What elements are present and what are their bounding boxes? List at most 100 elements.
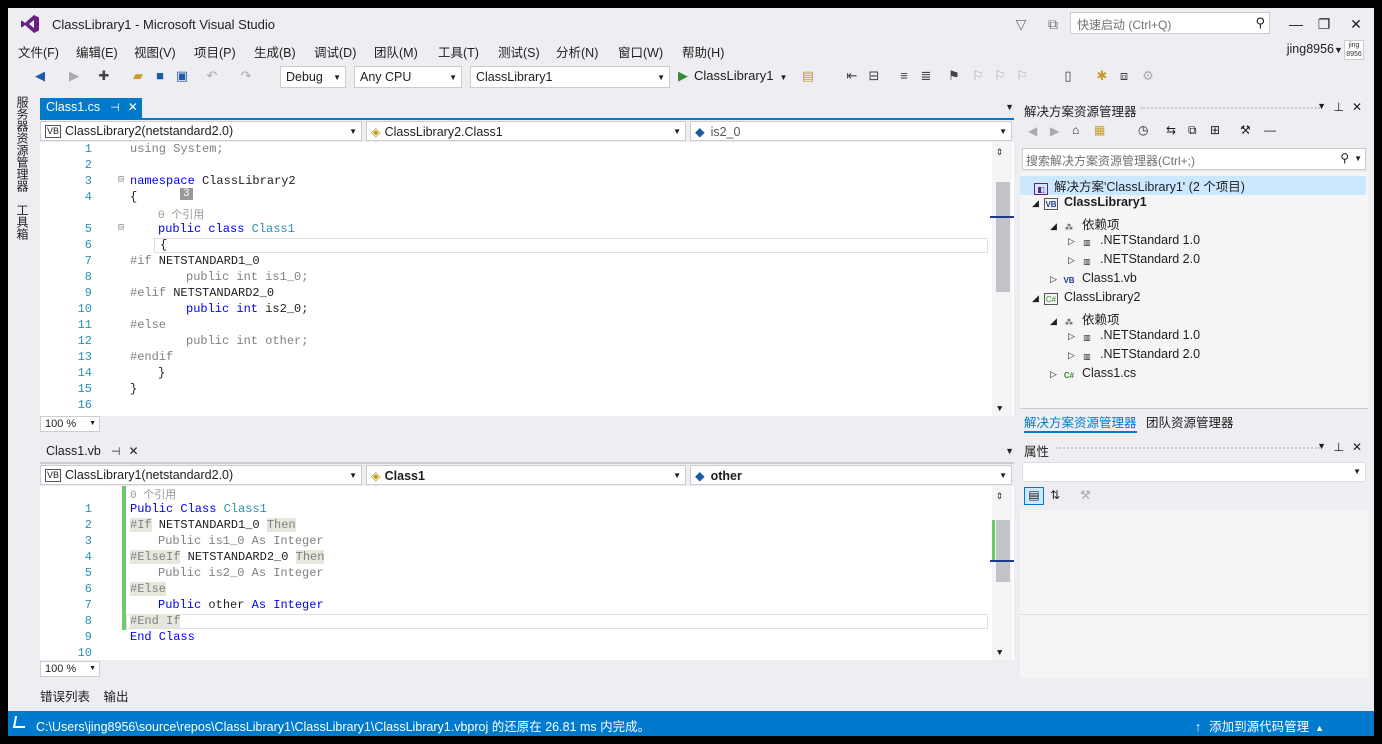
collapsed-arrow-icon[interactable]: ▷ xyxy=(1068,236,1080,247)
tab-dropdown-icon[interactable]: ▼ xyxy=(1005,446,1014,456)
menu-edit[interactable]: 编辑(E) xyxy=(76,42,118,61)
home-icon[interactable]: ⌂ xyxy=(1072,123,1079,137)
platform-select[interactable]: Any CPU ▼ xyxy=(354,66,462,88)
avatar[interactable]: jing 8956 xyxy=(1344,40,1364,60)
open-file-icon[interactable]: ▰ xyxy=(130,68,146,84)
user-name[interactable]: jing8956 xyxy=(1287,42,1334,56)
property-pages-icon[interactable]: ⚒ xyxy=(1080,488,1091,502)
tree-item-class1-cs[interactable]: ▷ C# Class1.cs xyxy=(1050,366,1136,385)
new-project-icon[interactable]: ✚ xyxy=(96,68,112,84)
close-button[interactable]: ✕ xyxy=(1342,13,1370,35)
menu-window[interactable]: 窗口(W) xyxy=(618,42,663,61)
tab-output[interactable]: 输出 xyxy=(104,690,129,704)
tree-item-netstandard[interactable]: ▷ ▥ .NETStandard 2.0 xyxy=(1068,252,1200,271)
pin-icon[interactable]: ⊥ xyxy=(1334,440,1344,454)
startup-project-select[interactable]: ClassLibrary1 ▼ xyxy=(470,66,670,88)
find-in-files-icon[interactable]: ▤ xyxy=(800,68,816,84)
collapsed-arrow-icon[interactable]: ▷ xyxy=(1068,331,1080,342)
user-dropdown-icon[interactable]: ▼ xyxy=(1334,45,1343,55)
minimize-button[interactable]: — xyxy=(1282,13,1310,35)
member-nav-select[interactable]: ◆ other ▼ xyxy=(690,465,1012,485)
menu-help[interactable]: 帮助(H) xyxy=(682,42,724,61)
menu-file[interactable]: 文件(F) xyxy=(18,42,59,61)
code-editor-cs[interactable]: 1 using System; 2 3 ⊟ namespace ClassLibrar… xyxy=(40,142,1014,416)
menu-analyze[interactable]: 分析(N) xyxy=(556,42,598,61)
tree-item-netstandard[interactable]: ▷ ▥ .NETStandard 1.0 xyxy=(1068,328,1200,347)
project-nav-select[interactable]: VB ClassLibrary2(netstandard2.0) ▼ xyxy=(40,121,362,141)
expanded-arrow-icon[interactable]: ◢ xyxy=(1050,316,1062,327)
project-nav-select[interactable]: VB ClassLibrary1(netstandard2.0) ▼ xyxy=(40,465,362,485)
collapse-icon[interactable]: ⊟ xyxy=(118,174,124,186)
start-button[interactable]: ▶ ClassLibrary1 ▼ xyxy=(678,68,787,84)
tree-item-dependencies[interactable]: ◢ ⁂ 依赖项 xyxy=(1050,309,1120,328)
properties-icon[interactable]: ▯ xyxy=(1060,68,1076,84)
team-icon[interactable]: ⧈ xyxy=(1116,68,1132,84)
close-icon[interactable]: ✕ xyxy=(128,100,138,114)
back-icon[interactable]: ◀ xyxy=(32,68,48,84)
pending-changes-icon[interactable]: ◷ xyxy=(1138,123,1148,137)
collapsed-arrow-icon[interactable]: ▷ xyxy=(1068,255,1080,266)
next-bookmark-icon[interactable]: ⚐ xyxy=(992,68,1008,84)
codelens-refs[interactable]: 0 个引用 xyxy=(158,206,204,222)
source-control-button[interactable]: ↑ 添加到源代码管理 ▲ xyxy=(1195,716,1324,735)
type-nav-select[interactable]: ◈ ClassLibrary2.Class1 ▼ xyxy=(366,121,686,141)
expanded-arrow-icon[interactable]: ◢ xyxy=(1032,198,1044,209)
solution-config-select[interactable]: Debug ▼ xyxy=(280,66,346,88)
member-nav-select[interactable]: ◆ is2_0 ▼ xyxy=(690,121,1012,141)
restore-button[interactable]: ❐ xyxy=(1310,13,1338,35)
save-icon[interactable]: ■ xyxy=(152,68,168,84)
server-explorer-tab[interactable]: 服务器资源管理器 xyxy=(14,96,31,192)
menu-tools[interactable]: 工具(T) xyxy=(438,42,479,61)
step-icon[interactable]: ⇤ xyxy=(844,68,860,84)
codelens-refs[interactable]: 0 个引用 xyxy=(130,486,176,502)
tree-item-class1-vb[interactable]: ▷ VB Class1.vb xyxy=(1050,271,1137,290)
tab-class1-vb[interactable]: Class1.vb ⊣ ✕ xyxy=(40,442,142,462)
quick-launch-input[interactable]: 快速启动 (Ctrl+Q) ⚲ xyxy=(1070,12,1270,34)
menu-view[interactable]: 视图(V) xyxy=(134,42,176,61)
collapsed-arrow-icon[interactable]: ▷ xyxy=(1050,369,1062,380)
zoom-select[interactable]: 100 % ▼ xyxy=(40,661,100,677)
dropdown-icon[interactable]: ▼ xyxy=(1317,101,1326,111)
preview-icon[interactable]: — xyxy=(1264,123,1276,137)
properties-wrench-icon[interactable]: ⚒ xyxy=(1240,123,1251,137)
vertical-scrollbar[interactable]: ⇕ ▼ xyxy=(990,142,1014,416)
expanded-arrow-icon[interactable]: ◢ xyxy=(1032,293,1044,304)
close-icon[interactable]: ✕ xyxy=(128,444,138,458)
menu-project[interactable]: 项目(P) xyxy=(194,42,236,61)
pin-icon[interactable]: ⊣ xyxy=(111,446,121,458)
collapsed-arrow-icon[interactable]: ▷ xyxy=(1050,274,1062,285)
redo-icon[interactable]: ↷ xyxy=(238,68,254,84)
tab-error-list[interactable]: 错误列表 xyxy=(40,690,90,704)
prev-bookmark-icon[interactable]: ⚐ xyxy=(970,68,986,84)
zoom-select[interactable]: 100 % ▼ xyxy=(40,416,100,432)
solution-search-input[interactable]: 搜索解决方案资源管理器(Ctrl+;) ⚲ ▼ xyxy=(1022,148,1366,170)
close-icon[interactable]: ✕ xyxy=(1352,440,1362,454)
menu-team[interactable]: 团队(M) xyxy=(374,42,418,61)
tree-item-classlibrary1[interactable]: ◢ VB ClassLibrary1 xyxy=(1032,195,1147,214)
hex-icon[interactable]: ⊟ xyxy=(866,68,882,84)
tree-item-netstandard[interactable]: ▷ ▥ .NETStandard 1.0 xyxy=(1068,233,1200,252)
refresh-icon[interactable]: ⇆ xyxy=(1166,123,1176,137)
menu-build[interactable]: 生成(B) xyxy=(254,42,296,61)
sort-az-icon[interactable]: ⇅ xyxy=(1050,488,1060,502)
scroll-down-icon[interactable]: ▼ xyxy=(997,404,1002,414)
split-icon[interactable]: ⇕ xyxy=(996,488,1003,503)
uncomment-icon[interactable]: ≣ xyxy=(918,68,934,84)
dropdown-icon[interactable]: ▼ xyxy=(1317,441,1326,451)
type-nav-select[interactable]: ◈ Class1 ▼ xyxy=(366,465,686,485)
code-editor-vb[interactable]: 0 个引用 1 Public Class Class1 2 #If NETSTAND… xyxy=(40,486,1014,660)
collapsed-arrow-icon[interactable]: ▷ xyxy=(1068,350,1080,361)
vertical-scrollbar[interactable]: ⇕ ▼ xyxy=(990,486,1014,660)
split-icon[interactable]: ⇕ xyxy=(996,144,1003,159)
menu-test[interactable]: 测试(S) xyxy=(498,42,540,61)
show-all-icon[interactable]: ⊞ xyxy=(1210,123,1220,137)
filter-icon[interactable]: ▽ xyxy=(1012,15,1030,33)
expanded-arrow-icon[interactable]: ◢ xyxy=(1050,221,1062,232)
clear-bookmarks-icon[interactable]: ⚐ xyxy=(1014,68,1030,84)
collapse-icon[interactable]: ⊟ xyxy=(118,222,124,234)
feedback-icon[interactable]: ⧉ xyxy=(1044,15,1062,33)
tab-dropdown-icon[interactable]: ▼ xyxy=(1005,102,1014,112)
tab-solution-explorer[interactable]: 解决方案资源管理器 xyxy=(1024,412,1137,433)
close-icon[interactable]: ✕ xyxy=(1352,100,1362,114)
tree-item-netstandard[interactable]: ▷ ▥ .NETStandard 2.0 xyxy=(1068,347,1200,366)
